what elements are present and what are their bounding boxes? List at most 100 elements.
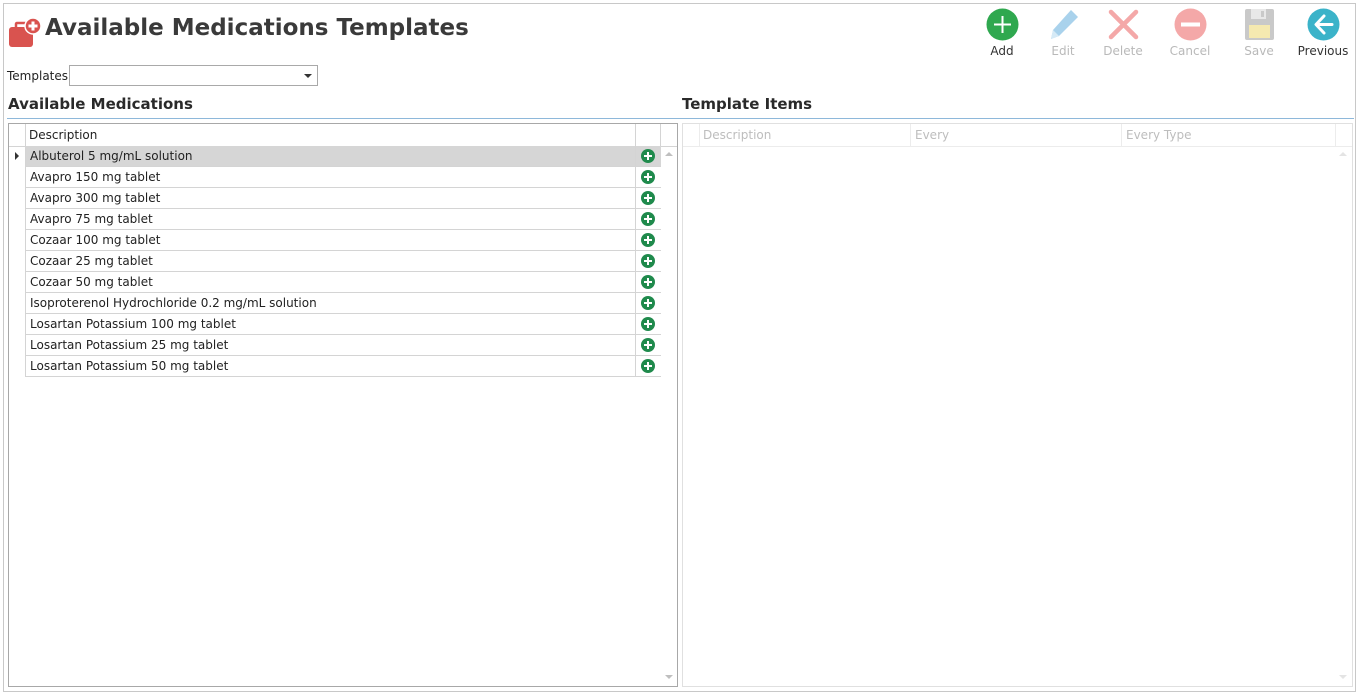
description-cell[interactable]: Avapro 300 mg tablet — [25, 188, 636, 209]
column-header-description[interactable]: Description — [25, 124, 636, 146]
medication-description: Albuterol 5 mg/mL solution — [30, 149, 193, 163]
templates-dropdown[interactable] — [69, 65, 318, 86]
scroll-up-icon[interactable] — [1339, 152, 1347, 156]
plus-circle-icon — [641, 254, 655, 268]
medication-description: Avapro 150 mg tablet — [30, 170, 161, 184]
column-header-every-label: Every — [915, 128, 950, 142]
table-row[interactable]: Cozaar 100 mg tablet — [9, 230, 661, 251]
available-medications-grid: Description Albuterol 5 mg/mL solution Av… — [8, 123, 678, 687]
description-cell[interactable]: Cozaar 100 mg tablet — [25, 230, 636, 251]
add-medication-button[interactable] — [635, 251, 661, 272]
medications-scrollbar[interactable] — [661, 146, 677, 686]
table-row[interactable]: Losartan Potassium 100 mg tablet — [9, 314, 661, 335]
edit-button-label: Edit — [1051, 44, 1075, 58]
add-medication-button[interactable] — [635, 146, 661, 167]
table-row[interactable]: Isoproterenol Hydrochloride 0.2 mg/mL so… — [9, 293, 661, 314]
row-header[interactable] — [9, 272, 25, 293]
add-medication-button[interactable] — [635, 356, 661, 377]
column-header-action — [636, 124, 661, 146]
add-medication-button[interactable] — [635, 293, 661, 314]
cancel-button-label: Cancel — [1169, 44, 1211, 58]
edit-button[interactable]: Edit — [1032, 6, 1094, 64]
medication-description: Cozaar 25 mg tablet — [30, 254, 153, 268]
plus-circle-icon — [641, 212, 655, 226]
template-items-heading: Template Items — [682, 95, 813, 113]
plus-circle-icon — [641, 275, 655, 289]
x-icon — [1108, 9, 1139, 40]
table-row[interactable]: Avapro 75 mg tablet — [9, 209, 661, 230]
table-row[interactable]: Cozaar 25 mg tablet — [9, 251, 661, 272]
medication-description: Avapro 300 mg tablet — [30, 191, 161, 205]
column-header-every-type-label: Every Type — [1126, 128, 1192, 142]
scroll-up-icon[interactable] — [665, 152, 673, 156]
description-cell[interactable]: Isoproterenol Hydrochloride 0.2 mg/mL so… — [25, 293, 636, 314]
description-cell[interactable]: Losartan Potassium 50 mg tablet — [25, 356, 636, 377]
pencil-icon — [1051, 10, 1078, 39]
floppy-disk-icon — [1245, 9, 1274, 40]
column-header-every-type[interactable]: Every Type — [1122, 124, 1336, 146]
medication-description: Isoproterenol Hydrochloride 0.2 mg/mL so… — [30, 296, 317, 310]
table-row[interactable]: Avapro 150 mg tablet — [9, 167, 661, 188]
table-row[interactable]: Cozaar 50 mg tablet — [9, 272, 661, 293]
plus-circle-icon — [641, 296, 655, 310]
add-medication-button[interactable] — [635, 230, 661, 251]
plus-circle-icon — [641, 170, 655, 184]
add-medication-button[interactable] — [635, 335, 661, 356]
add-medication-button[interactable] — [635, 188, 661, 209]
cancel-button[interactable]: Cancel — [1159, 6, 1221, 64]
save-button[interactable]: Save — [1228, 6, 1290, 64]
add-button-label: Add — [990, 44, 1014, 58]
plus-circle-icon — [641, 359, 655, 373]
plus-circle-icon — [986, 8, 1019, 41]
row-header[interactable] — [9, 146, 25, 167]
arrow-left-circle-icon — [1307, 8, 1340, 41]
column-header-description[interactable]: Description — [699, 124, 911, 146]
row-header[interactable] — [9, 167, 25, 188]
add-button[interactable]: Add — [971, 6, 1033, 64]
grid-header: Description — [9, 124, 677, 147]
column-header-every[interactable]: Every — [911, 124, 1122, 146]
row-header[interactable] — [9, 209, 25, 230]
add-medication-button[interactable] — [635, 314, 661, 335]
delete-button-label: Delete — [1103, 44, 1143, 58]
scroll-down-icon[interactable] — [1339, 675, 1347, 679]
section-divider — [7, 118, 1354, 119]
plus-circle-icon — [641, 338, 655, 352]
row-header[interactable] — [9, 314, 25, 335]
description-cell[interactable]: Losartan Potassium 25 mg tablet — [25, 335, 636, 356]
table-row[interactable]: Albuterol 5 mg/mL solution — [9, 146, 661, 167]
description-cell[interactable]: Cozaar 50 mg tablet — [25, 272, 636, 293]
plus-circle-icon — [641, 149, 655, 163]
add-medication-button[interactable] — [635, 272, 661, 293]
row-header[interactable] — [9, 293, 25, 314]
plus-circle-icon — [641, 317, 655, 331]
row-header[interactable] — [9, 335, 25, 356]
table-row[interactable]: Avapro 300 mg tablet — [9, 188, 661, 209]
medication-description: Cozaar 50 mg tablet — [30, 275, 153, 289]
description-cell[interactable]: Albuterol 5 mg/mL solution — [25, 146, 636, 167]
row-header[interactable] — [9, 188, 25, 209]
description-cell[interactable]: Losartan Potassium 100 mg tablet — [25, 314, 636, 335]
plus-circle-icon — [641, 191, 655, 205]
add-medication-button[interactable] — [635, 167, 661, 188]
scroll-down-icon[interactable] — [665, 675, 673, 679]
row-header[interactable] — [9, 230, 25, 251]
chevron-down-icon[interactable] — [304, 74, 312, 78]
description-cell[interactable]: Avapro 75 mg tablet — [25, 209, 636, 230]
row-header[interactable] — [9, 251, 25, 272]
table-row[interactable]: Losartan Potassium 50 mg tablet — [9, 356, 661, 377]
current-row-indicator-icon — [15, 152, 19, 160]
table-row[interactable]: Losartan Potassium 25 mg tablet — [9, 335, 661, 356]
row-header-corner — [9, 124, 26, 146]
delete-button[interactable]: Delete — [1092, 6, 1154, 64]
medication-description: Losartan Potassium 25 mg tablet — [30, 338, 229, 352]
description-cell[interactable]: Avapro 150 mg tablet — [25, 167, 636, 188]
medication-case-icon — [9, 18, 42, 47]
add-medication-button[interactable] — [635, 209, 661, 230]
medication-description: Losartan Potassium 100 mg tablet — [30, 317, 236, 331]
row-header[interactable] — [9, 356, 25, 377]
previous-button[interactable]: Previous — [1292, 6, 1354, 64]
available-medications-heading: Available Medications — [8, 95, 193, 113]
template-items-scrollbar[interactable] — [1335, 146, 1351, 686]
description-cell[interactable]: Cozaar 25 mg tablet — [25, 251, 636, 272]
